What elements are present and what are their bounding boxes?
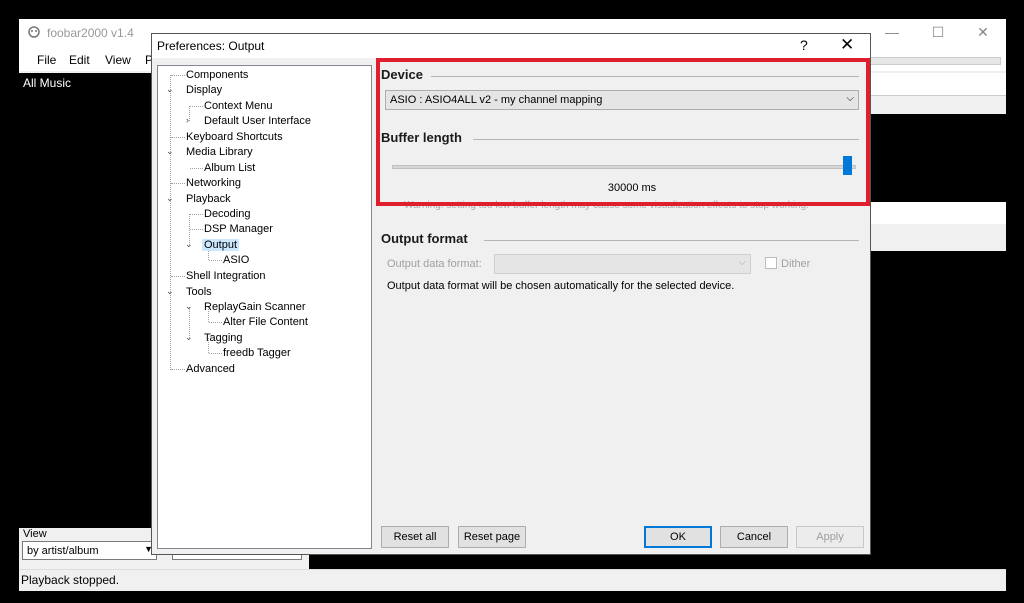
right-header-strip (869, 202, 1006, 224)
close-button[interactable]: ✕ (960, 19, 1006, 47)
main-window-title: foobar2000 v1.4 (47, 26, 134, 40)
tree-item-context-menu[interactable]: Context Menu (204, 100, 272, 112)
tree-branch (171, 137, 185, 138)
tree-branch (190, 168, 203, 169)
tree-item-tools[interactable]: Tools (186, 286, 212, 298)
chevron-down-icon: ⌵ (738, 257, 746, 268)
dither-label: Dither (781, 258, 811, 270)
menu-file[interactable]: File (37, 53, 56, 67)
tree-branch (209, 322, 222, 323)
tree-item-display[interactable]: Display (186, 84, 222, 96)
status-bar: Playback stopped. (19, 569, 1006, 591)
reset-all-button[interactable]: Reset all (381, 526, 449, 548)
expand-chevron-icon[interactable]: ⌄ (166, 146, 174, 157)
tree-item-playback[interactable]: Playback (186, 193, 231, 205)
menu-edit[interactable]: Edit (69, 53, 90, 67)
tree-item-decoding[interactable]: Decoding (204, 208, 250, 220)
minimize-button[interactable]: — (869, 19, 915, 47)
ok-button[interactable]: OK (644, 526, 712, 548)
dialog-close-button[interactable]: ✕ (840, 35, 854, 55)
tree-branch (190, 229, 203, 230)
dialog-title-bar: Preferences: Output ? ✕ (152, 34, 870, 58)
tree-branch (209, 353, 222, 354)
expand-chevron-icon[interactable]: ⌄ (185, 239, 193, 250)
tree-branch (171, 75, 185, 76)
output-format-description: Output data format will be chosen automa… (387, 280, 735, 292)
collapsed-chevron-icon[interactable]: › (186, 115, 189, 125)
expand-chevron-icon[interactable]: ⌄ (166, 286, 174, 297)
view-select[interactable]: by artist/album ▼ (22, 541, 157, 560)
expand-chevron-icon[interactable]: ⌄ (185, 332, 193, 343)
tree-branch (171, 183, 185, 184)
help-button[interactable]: ? (800, 37, 808, 53)
right-panel-bottom (869, 251, 1006, 521)
cancel-button[interactable]: Cancel (720, 526, 788, 548)
dither-checkbox (765, 257, 777, 269)
maximize-button[interactable]: ☐ (915, 19, 961, 47)
view-select-value: by artist/album (27, 545, 99, 557)
tree-item-asio[interactable]: ASIO (223, 254, 249, 266)
apply-button: Apply (796, 526, 864, 548)
tree-item-replaygain-scanner[interactable]: ReplayGain Scanner (204, 301, 306, 313)
preferences-tree[interactable]: ⌄ › ⌄ ⌄ ⌄ ⌄ ⌄ ⌄ Components Display Conte… (157, 65, 372, 549)
library-pane: All Music (19, 73, 154, 528)
tree-item-networking[interactable]: Networking (186, 177, 241, 189)
tree-item-advanced[interactable]: Advanced (186, 363, 235, 375)
section-divider (484, 240, 859, 241)
output-data-format-select: ⌵ (494, 254, 751, 274)
tree-item-freedb-tagger[interactable]: freedb Tagger (223, 347, 291, 359)
menu-view[interactable]: View (105, 53, 131, 67)
dialog-title: Preferences: Output (157, 39, 265, 53)
tree-line (189, 106, 190, 121)
reset-page-button[interactable]: Reset page (458, 526, 526, 548)
preferences-dialog: Preferences: Output ? ✕ ⌄ › ⌄ ⌄ ⌄ ⌄ ⌄ ⌄ … (151, 33, 871, 555)
status-text: Playback stopped. (21, 573, 120, 587)
expand-chevron-icon[interactable]: ⌄ (185, 301, 193, 312)
view-label: View (23, 528, 47, 540)
tree-item-dsp-manager[interactable]: DSP Manager (204, 223, 273, 235)
tree-branch (171, 369, 185, 370)
tree-item-keyboard-shortcuts[interactable]: Keyboard Shortcuts (186, 131, 283, 143)
all-music-label[interactable]: All Music (23, 76, 71, 90)
tree-item-alter-file-content[interactable]: Alter File Content (223, 316, 308, 328)
tree-item-tagging[interactable]: Tagging (204, 332, 243, 344)
foobar-logo-icon (28, 26, 40, 38)
tree-item-shell-integration[interactable]: Shell Integration (186, 270, 266, 282)
output-format-section-title: Output format (381, 231, 468, 246)
tree-item-default-ui[interactable]: Default User Interface (204, 115, 311, 127)
tree-item-media-library[interactable]: Media Library (186, 146, 253, 158)
tree-item-album-list[interactable]: Album List (204, 162, 255, 174)
expand-chevron-icon[interactable]: ⌄ (166, 84, 174, 95)
tree-item-output[interactable]: Output (202, 239, 240, 251)
tree-branch (209, 260, 222, 261)
tree-item-components[interactable]: Components (186, 69, 248, 81)
tree-branch (190, 214, 203, 215)
tree-branch (171, 276, 185, 277)
expand-chevron-icon[interactable]: ⌄ (166, 193, 174, 204)
annotation-highlight-box (376, 58, 870, 206)
output-data-format-label: Output data format: (387, 258, 482, 270)
right-toolbar-strip (869, 73, 1006, 96)
tree-branch (190, 106, 203, 107)
tree-line (170, 75, 171, 370)
